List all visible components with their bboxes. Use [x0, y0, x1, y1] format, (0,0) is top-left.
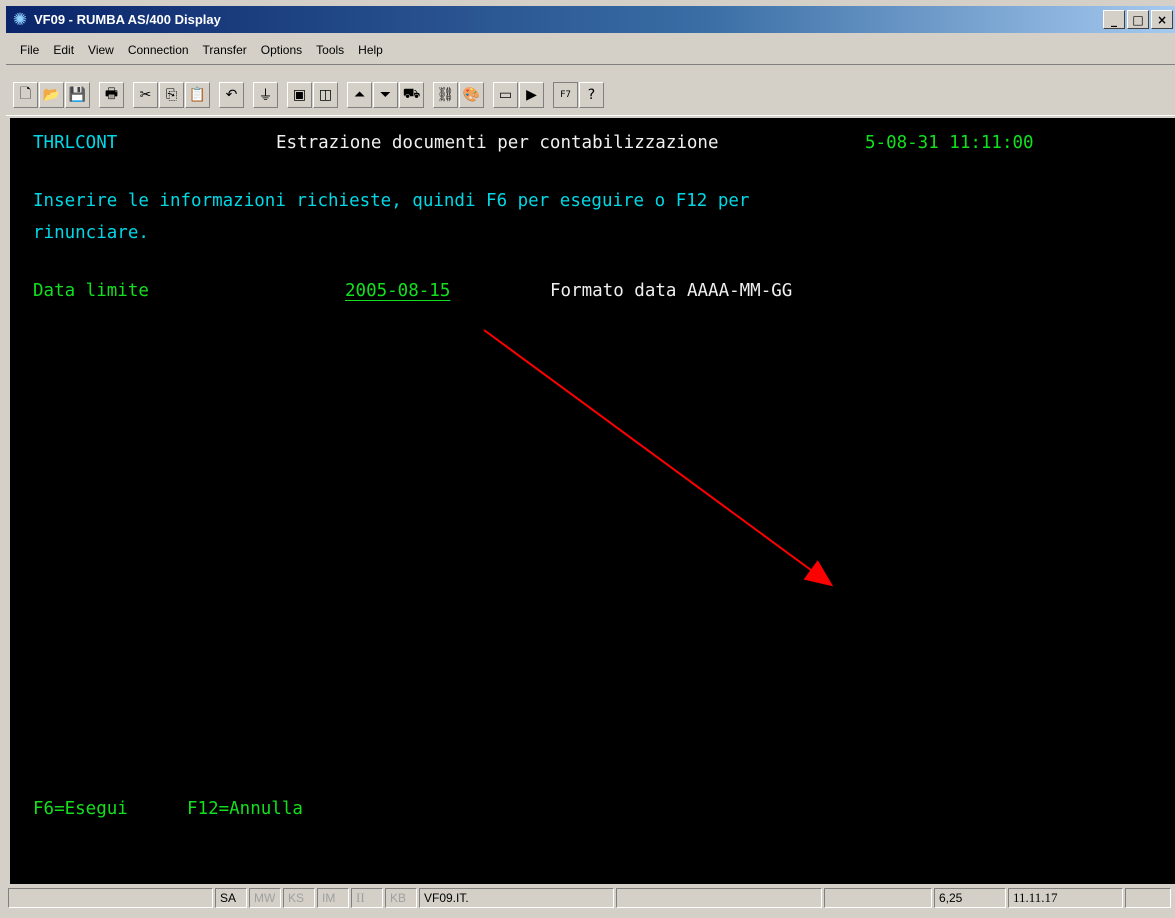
menu-tools[interactable]: Tools [309, 40, 351, 60]
status-empty-1 [616, 888, 822, 908]
open-icon[interactable]: 📂 [39, 82, 64, 108]
minimize-button[interactable]: _ [1103, 10, 1125, 29]
toolbar: 🗋 📂 💾 🖶 ✂ ⎘ 📋 ↶ ⏚ ▣ ◫ ⏶ ⏷ ⛟ ⛓ 🎨 ▭ ▶ F7 ? [6, 64, 1175, 116]
close-button[interactable]: × [1151, 10, 1173, 29]
menu-options[interactable]: Options [254, 40, 309, 60]
menu-help[interactable]: Help [351, 40, 390, 60]
status-kb: KB [385, 888, 417, 908]
status-cursor-position: 6,25 [934, 888, 1006, 908]
download-icon[interactable]: ⏷ [373, 82, 398, 108]
transfer-icon[interactable]: ⛟ [399, 82, 424, 108]
status-bar: SA MW KS IM II KB VF09.IT. 6,25 11.11.17 [0, 885, 1175, 918]
status-message-area [8, 888, 213, 908]
record-icon[interactable]: ▭ [493, 82, 518, 108]
menu-file[interactable]: File [6, 40, 46, 60]
copy-icon[interactable]: ⎘ [159, 82, 184, 108]
status-time: 11.11.17 [1008, 888, 1123, 908]
status-grip [1125, 888, 1171, 908]
toolbar-strip: 🗋 📂 💾 🖶 ✂ ⎘ 📋 ↶ ⏚ ▣ ◫ ⏶ ⏷ ⛟ ⛓ 🎨 ▭ ▶ F7 ? [13, 78, 605, 112]
window-icon[interactable]: ▣ [287, 82, 312, 108]
upload-icon[interactable]: ⏶ [347, 82, 372, 108]
window-alt-icon[interactable]: ◫ [313, 82, 338, 108]
menu-bar: File Edit View Connection Transfer Optio… [6, 38, 390, 62]
status-session: VF09.IT. [419, 888, 614, 908]
palette-icon[interactable]: 🎨 [459, 82, 484, 108]
window-controls: _ □ × [1103, 10, 1173, 29]
fkey-f12[interactable]: F12=Annulla [187, 796, 303, 822]
f7-key-icon[interactable]: F7 [553, 82, 578, 108]
connect-icon[interactable]: ⏚ [253, 82, 278, 108]
status-mw: MW [249, 888, 281, 908]
status-empty-2 [824, 888, 932, 908]
window-title: VF09 - RUMBA AS/400 Display [34, 12, 221, 27]
annotation-arrow-line [483, 329, 834, 587]
menu-transfer[interactable]: Transfer [196, 40, 254, 60]
cut-icon[interactable]: ✂ [133, 82, 158, 108]
paste-icon[interactable]: 📋 [185, 82, 210, 108]
menu-edit[interactable]: Edit [46, 40, 81, 60]
new-icon[interactable]: 🗋 [13, 82, 38, 108]
maximize-button[interactable]: □ [1127, 10, 1149, 29]
rumba-app-icon[interactable]: ✺ [10, 10, 30, 30]
undo-icon[interactable]: ↶ [219, 82, 244, 108]
title-bar: ✺ VF09 - RUMBA AS/400 Display _ □ × [6, 6, 1175, 33]
fkey-f6[interactable]: F6=Esegui [33, 796, 128, 822]
menu-connection[interactable]: Connection [121, 40, 196, 60]
play-icon[interactable]: ▶ [519, 82, 544, 108]
terminal-screen[interactable]: THRLCONT Estrazione documenti per contab… [10, 118, 1175, 884]
status-sa: SA [215, 888, 247, 908]
annotation-arrow [483, 329, 834, 587]
help-pointer-icon[interactable]: ? [579, 82, 604, 108]
link-icon[interactable]: ⛓ [433, 82, 458, 108]
menu-view[interactable]: View [81, 40, 121, 60]
print-icon[interactable]: 🖶 [99, 82, 124, 108]
status-ii: II [351, 888, 383, 908]
status-im: IM [317, 888, 349, 908]
save-icon[interactable]: 💾 [65, 82, 90, 108]
status-ks: KS [283, 888, 315, 908]
